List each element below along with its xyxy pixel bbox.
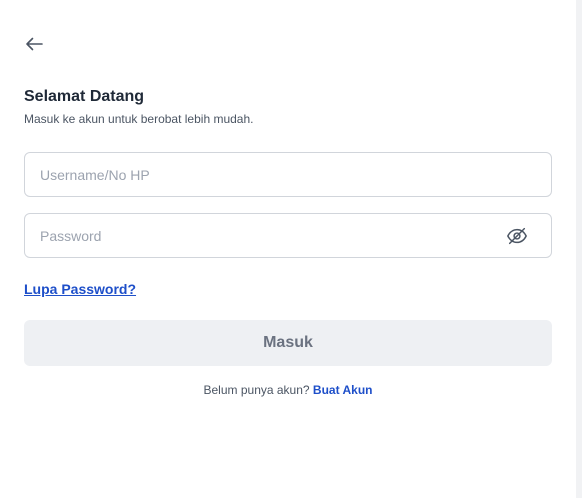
forgot-password-link[interactable]: Lupa Password? — [24, 281, 136, 297]
username-field[interactable] — [24, 152, 552, 197]
signup-prompt-text: Belum punya akun? — [203, 383, 310, 397]
scrollbar-track[interactable] — [576, 0, 582, 498]
page-subtitle: Masuk ke akun untuk berobat lebih mudah. — [24, 112, 254, 126]
back-button[interactable] — [20, 32, 48, 56]
password-field[interactable] — [24, 213, 552, 258]
login-page: Selamat Datang Masuk ke akun untuk berob… — [0, 0, 582, 498]
password-input[interactable] — [25, 214, 551, 257]
eye-off-icon — [507, 227, 527, 245]
login-button[interactable]: Masuk — [24, 320, 552, 366]
signup-link[interactable]: Buat Akun — [313, 383, 373, 397]
password-visibility-toggle[interactable] — [505, 224, 529, 248]
arrow-left-icon — [26, 37, 43, 51]
signup-prompt: Belum punya akun? Buat Akun — [24, 383, 552, 397]
page-title: Selamat Datang — [24, 88, 145, 105]
username-input[interactable] — [25, 153, 551, 196]
